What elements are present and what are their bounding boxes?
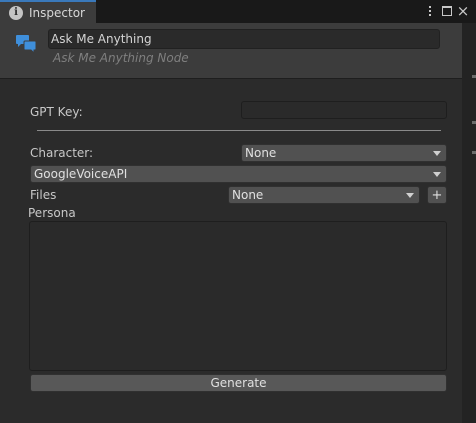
node-header: Ask Me Anything Ask Me Anything Node (0, 23, 462, 79)
files-selected-value: None (232, 188, 264, 202)
character-label: Character: (30, 146, 94, 160)
files-label: Files (30, 188, 57, 202)
node-name-input[interactable]: Ask Me Anything (48, 29, 440, 49)
edge-marker (472, 151, 476, 154)
node-subtitle: Ask Me Anything Node (53, 51, 189, 65)
more-options-icon[interactable] (423, 4, 437, 18)
voice-api-dropdown[interactable]: GoogleVoiceAPI (30, 165, 447, 183)
files-dropdown[interactable]: None (228, 186, 420, 204)
edge-marker (472, 75, 476, 78)
gpt-key-input[interactable] (241, 101, 447, 119)
chevron-down-icon (433, 151, 441, 156)
voice-api-selected-value: GoogleVoiceAPI (34, 167, 128, 181)
info-icon: i (9, 5, 23, 20)
character-dropdown[interactable]: None (241, 144, 447, 162)
add-file-button[interactable]: + (427, 186, 447, 204)
character-selected-value: None (245, 146, 277, 160)
tab-inspector[interactable]: i Inspector (0, 0, 96, 23)
tab-title: Inspector (29, 5, 85, 20)
chevron-down-icon (406, 193, 414, 198)
chevron-down-icon (433, 172, 441, 177)
section-divider (37, 130, 441, 131)
edge-marker (472, 121, 476, 124)
generate-button[interactable]: Generate (30, 374, 447, 392)
persona-textarea[interactable] (29, 221, 447, 371)
close-icon[interactable]: × (456, 4, 470, 19)
adjacent-panel-edge (462, 23, 476, 423)
gpt-key-label: GPT Key: (30, 105, 83, 119)
maximize-icon[interactable] (440, 4, 454, 18)
persona-label: Persona (28, 206, 76, 220)
chat-bubbles-icon (16, 35, 37, 54)
